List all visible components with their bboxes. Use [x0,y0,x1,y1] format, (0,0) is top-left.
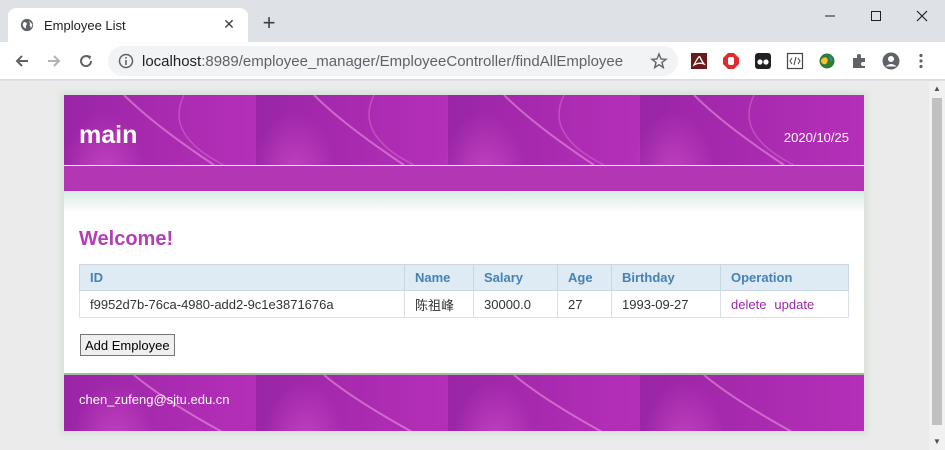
info-icon[interactable] [118,53,134,69]
address-bar[interactable]: localhost:8989/employee_manager/Employee… [108,46,678,76]
column-header-name: Name [404,264,474,291]
page-header: main 2020/10/25 [64,95,864,165]
menu-button[interactable] [912,52,930,70]
page-footer: chen_zufeng@sjtu.edu.cn [64,373,864,431]
back-button[interactable] [8,47,36,75]
code-extension[interactable] [786,52,804,70]
arrow-right-icon [48,55,61,67]
url-text: localhost:8989/employee_manager/Employee… [142,53,623,70]
column-header-age: Age [557,264,612,291]
puzzle-icon [853,54,865,68]
close-icon [916,10,928,22]
delete-link[interactable]: delete [731,297,766,312]
cell-operation: delete update [720,290,849,318]
scroll-down-arrow-icon[interactable]: ▼ [929,434,945,450]
welcome-heading: Welcome! [79,228,174,250]
close-tab-icon[interactable]: ✕ [220,15,238,33]
adblock-extension[interactable] [722,52,740,70]
employee-table: ID Name Salary Age Birthday Operation f9… [79,264,849,318]
table-row: f9952d7b-76ca-4980-add2-9c1e3871676a 陈祖峰… [79,290,849,318]
browser-toolbar: localhost:8989/employee_manager/Employee… [0,42,945,80]
column-header-salary: Salary [473,264,558,291]
header-background-art [123,95,795,165]
extensions-button[interactable] [850,52,868,70]
bookmark-star-icon[interactable] [650,52,668,70]
profile-button[interactable] [882,52,900,70]
reload-button[interactable] [72,47,100,75]
column-header-id: ID [79,264,405,291]
cell-salary: 30000.0 [473,290,558,318]
add-employee-button[interactable]: Add Employee [80,334,175,356]
menu-icon [919,53,923,69]
cell-name: 陈祖峰 [404,290,474,318]
pdf-extension[interactable] [690,52,708,70]
menu-bar [64,166,864,191]
page-container: main 2020/10/25 Welcome! ID Name Salary … [64,95,864,431]
vertical-scrollbar[interactable]: ▲ ▼ [929,81,945,450]
code-icon [786,52,804,70]
profile-icon [882,52,900,70]
column-header-birthday: Birthday [611,264,721,291]
new-tab-button[interactable]: + [258,12,280,35]
scroll-up-arrow-icon[interactable]: ▲ [929,81,945,97]
cell-birthday: 1993-09-27 [611,290,721,318]
close-window-button[interactable] [899,0,945,32]
adblock-icon [723,53,739,69]
tampermonkey-icon [755,53,771,69]
current-date: 2020/10/25 [783,130,849,145]
globe-icon [20,18,34,32]
tab-title: Employee List [44,18,126,33]
cell-id: f9952d7b-76ca-4980-add2-9c1e3871676a [79,290,405,318]
tampermonkey-extension[interactable] [754,52,772,70]
page-viewport: main 2020/10/25 Welcome! ID Name Salary … [0,81,929,450]
url-path: :8989/employee_manager/EmployeeControlle… [201,53,624,70]
tab-employee-list[interactable]: Employee List ✕ [8,8,248,42]
column-header-operation: Operation [720,264,849,291]
pdf-icon [691,53,707,69]
update-link[interactable]: update [774,297,814,312]
minimize-icon [825,15,835,17]
site-brand: main [79,121,138,149]
globe-extension[interactable] [818,52,836,70]
menu-bar-shadow [64,191,864,213]
scrollbar-thumb[interactable] [932,98,942,425]
forward-button[interactable] [40,47,68,75]
maximize-button[interactable] [853,0,899,32]
earth-icon [819,53,835,69]
minimize-button[interactable] [807,0,853,32]
tab-strip: Employee List ✕ + [0,0,945,42]
footer-email: chen_zufeng@sjtu.edu.cn [79,392,230,407]
arrow-left-icon [15,55,28,67]
reload-icon [80,55,93,68]
table-header-row: ID Name Salary Age Birthday Operation [79,264,849,291]
maximize-icon [871,11,881,21]
cell-age: 27 [557,290,612,318]
url-host: localhost [142,53,202,70]
